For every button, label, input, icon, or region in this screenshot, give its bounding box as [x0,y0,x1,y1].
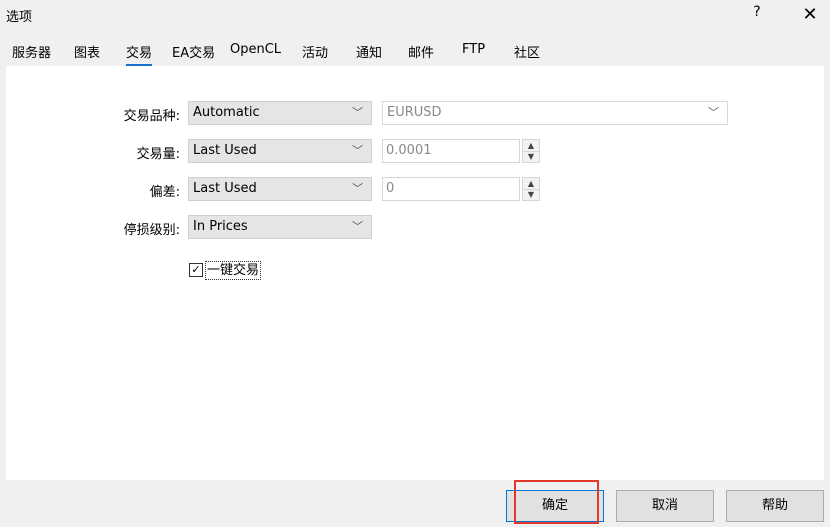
help-question-button[interactable]: ? [748,4,766,26]
tab-strip: 服务器 图表 交易 EA交易 OpenCL 活动 通知 邮件 FTP 社区 [0,36,830,66]
tab-email[interactable]: 邮件 [408,42,434,64]
volume-mode-value: Last Used [193,143,257,158]
tab-community[interactable]: 社区 [514,42,540,64]
symbol-label: 交易品种: [123,109,180,124]
deviation-input[interactable]: 0 [382,177,520,201]
title-bar: 选项 ? ✕ [0,0,830,34]
spin-down-icon[interactable]: ▼ [523,189,539,200]
trade-settings-panel [6,66,824,480]
one-click-trading-checkbox[interactable]: ✓ [189,263,203,277]
tab-charts[interactable]: 图表 [74,42,100,64]
chevron-down-icon: ﹀ [352,182,363,195]
cancel-button[interactable]: 取消 [616,490,714,522]
tab-expert-advisors[interactable]: EA交易 [172,42,215,64]
symbol-dropdown[interactable]: EURUSD ﹀ [382,101,728,125]
ok-button-highlight [514,480,599,524]
stop-level-label: 停损级别: [123,223,180,238]
symbol-mode-dropdown[interactable]: Automatic ﹀ [188,101,372,125]
chevron-down-icon: ﹀ [708,106,719,119]
volume-spinner[interactable]: ▲ ▼ [522,139,540,163]
deviation-mode-dropdown[interactable]: Last Used ﹀ [188,177,372,201]
chevron-down-icon: ﹀ [352,106,363,119]
volume-mode-dropdown[interactable]: Last Used ﹀ [188,139,372,163]
tab-trade[interactable]: 交易 [126,42,153,66]
spin-down-icon[interactable]: ▼ [523,151,539,162]
help-button[interactable]: 帮助 [726,490,824,522]
chevron-down-icon: ﹀ [352,220,363,233]
symbol-mode-value: Automatic [193,105,260,120]
tab-notifications[interactable]: 通知 [356,42,382,64]
stop-level-dropdown[interactable]: In Prices ﹀ [188,215,372,239]
one-click-trading-label[interactable]: 一键交易 [205,261,262,280]
close-button[interactable]: ✕ [796,2,824,28]
stop-level-value: In Prices [193,219,248,234]
volume-input[interactable]: 0.0001 [382,139,520,163]
tab-server[interactable]: 服务器 [12,42,51,64]
symbol-value: EURUSD [387,105,442,120]
tab-events[interactable]: 活动 [302,42,328,64]
deviation-mode-value: Last Used [193,181,257,196]
deviation-label: 偏差: [149,185,180,200]
chevron-down-icon: ﹀ [352,144,363,157]
tab-ftp[interactable]: FTP [462,42,485,64]
window-title: 选项 [6,10,33,25]
volume-label: 交易量: [136,147,180,162]
tab-opencl[interactable]: OpenCL [230,42,281,64]
deviation-spinner[interactable]: ▲ ▼ [522,177,540,201]
